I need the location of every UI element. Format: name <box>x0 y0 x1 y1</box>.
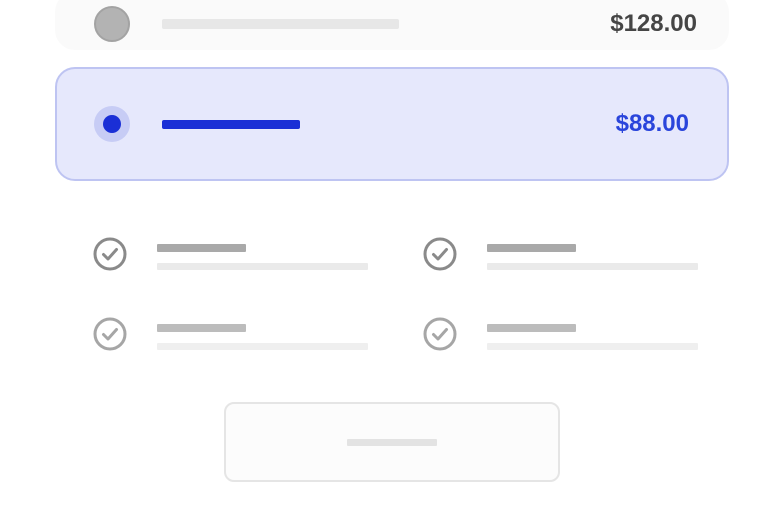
plan-price: $88.00 <box>615 110 689 137</box>
radio-dot-icon <box>103 115 121 133</box>
check-circle-icon <box>423 317 457 351</box>
feature-item <box>93 317 383 357</box>
feature-title-placeholder <box>487 324 576 332</box>
feature-item <box>93 237 383 277</box>
check-circle-icon <box>423 237 457 271</box>
check-circle-icon <box>93 237 127 271</box>
plan-option-selected[interactable]: $88.00 <box>55 67 729 181</box>
feature-item <box>423 237 713 277</box>
feature-title-placeholder <box>157 244 246 252</box>
continue-button[interactable] <box>224 402 560 482</box>
plan-name-placeholder <box>162 19 399 29</box>
radio-button-unselected[interactable] <box>94 6 130 42</box>
feature-description-placeholder <box>487 263 698 270</box>
plan-option-unselected[interactable]: $128.00 <box>55 0 729 50</box>
feature-description-placeholder <box>157 263 368 270</box>
plan-price: $128.00 <box>610 10 697 37</box>
feature-title-placeholder <box>157 324 246 332</box>
feature-title-placeholder <box>487 244 576 252</box>
check-circle-icon <box>93 317 127 351</box>
feature-description-placeholder <box>157 343 368 350</box>
plan-name-placeholder <box>162 120 300 129</box>
feature-item <box>423 317 713 357</box>
feature-description-placeholder <box>487 343 698 350</box>
radio-button-selected[interactable] <box>94 106 130 142</box>
button-label-placeholder <box>347 439 437 446</box>
